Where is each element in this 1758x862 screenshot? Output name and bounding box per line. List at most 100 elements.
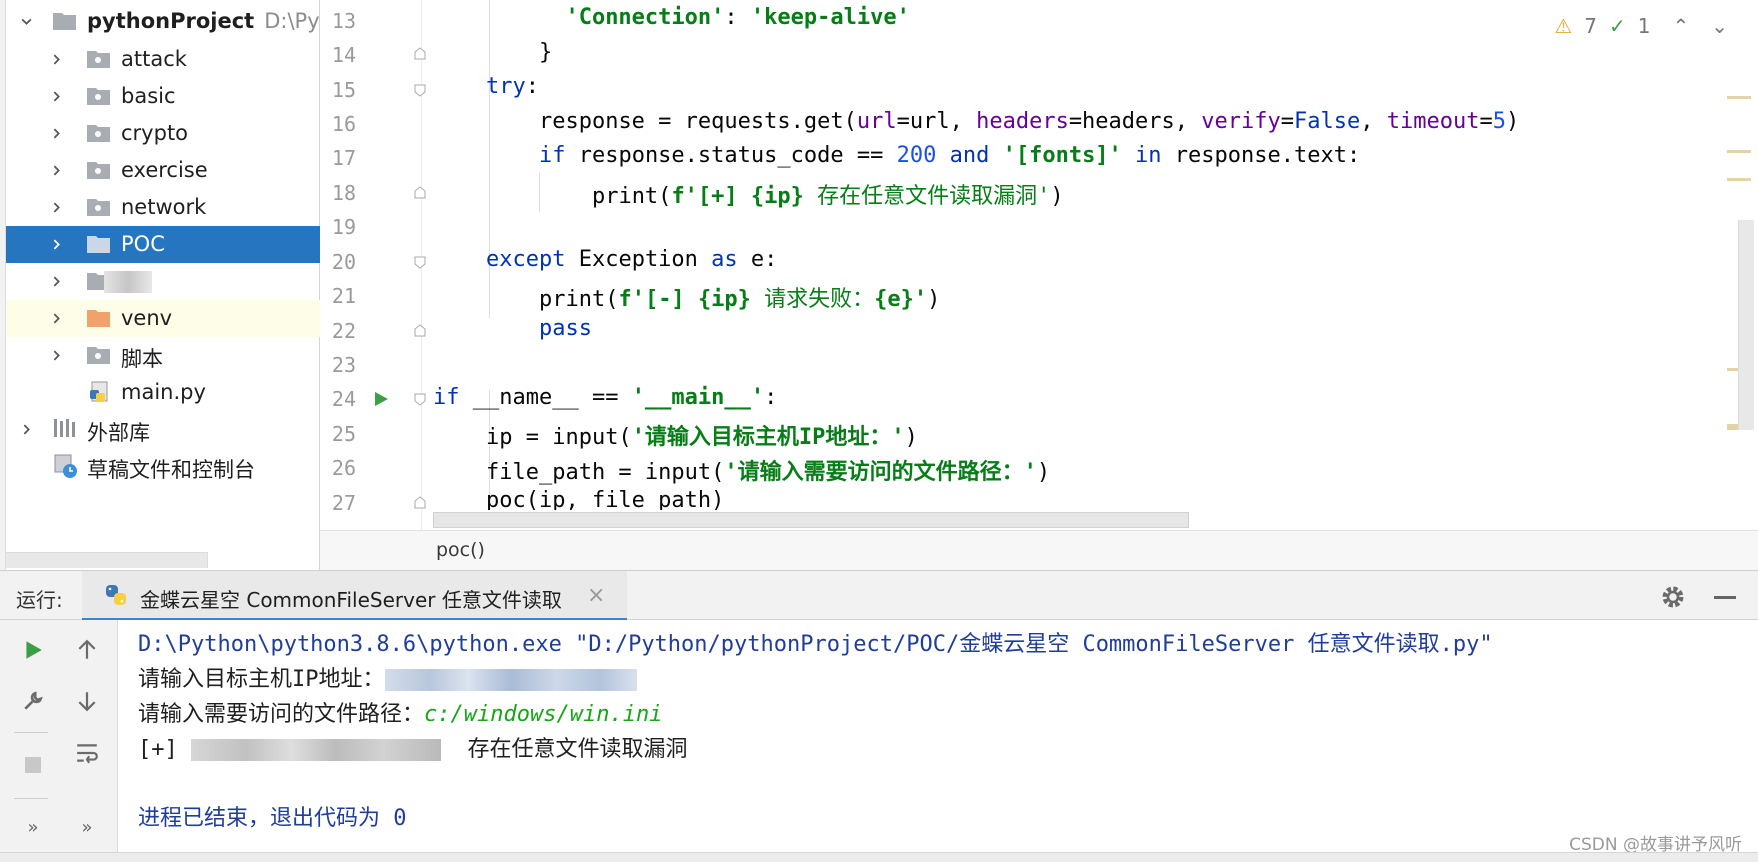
horizontal-scrollbar[interactable] xyxy=(6,552,208,568)
line-number: 25 xyxy=(331,422,356,446)
tree-item-scripts[interactable]: 脚本 xyxy=(6,337,320,374)
line-number: 22 xyxy=(331,319,356,343)
project-name: pythonProjectD:\Pytho xyxy=(87,9,320,33)
run-toolbar: » » xyxy=(0,620,118,862)
console-output[interactable]: D:\Python\python3.8.6\python.exe "D:/Pyt… xyxy=(118,620,1758,852)
fold-icon[interactable] xyxy=(413,496,427,510)
check-icon: ✓ xyxy=(1608,14,1626,38)
editor-gutter: 13 14 15 16 17 18 19 20 21 22 23 24 25 2… xyxy=(320,0,426,530)
tree-item-basic[interactable]: basic xyxy=(6,78,320,115)
chevron-right-icon[interactable] xyxy=(14,417,38,441)
code-line-20: except Exception as e: xyxy=(485,247,778,272)
tree-item-label: crypto xyxy=(121,121,189,145)
line-number: 18 xyxy=(331,181,356,205)
line-number: 27 xyxy=(331,491,356,515)
minimize-icon[interactable] xyxy=(1714,596,1736,599)
line-number: 17 xyxy=(331,146,356,170)
close-icon[interactable]: × xyxy=(587,583,605,608)
line-number: 16 xyxy=(331,112,356,136)
code-line-21: print(f'[-] {ip} 请求失败：{e}') xyxy=(538,287,941,312)
warning-icon: ⚠ xyxy=(1554,14,1573,38)
tree-item-attack[interactable]: attack xyxy=(6,41,320,78)
horizontal-scrollbar[interactable] xyxy=(433,512,1189,528)
chevron-right-icon[interactable] xyxy=(44,84,68,108)
tree-item-network[interactable]: network xyxy=(6,189,320,226)
line-number: 15 xyxy=(331,78,356,102)
tree-item-label: 脚本 xyxy=(121,347,163,371)
rerun-icon[interactable] xyxy=(18,635,48,665)
chevron-right-icon[interactable] xyxy=(44,232,68,256)
chevron-down-icon[interactable] xyxy=(14,9,38,33)
chevron-right-icon[interactable] xyxy=(44,121,68,145)
tree-item-crypto[interactable]: crypto xyxy=(6,115,320,152)
code-line-18: print(f'[+] {ip} 存在任意文件读取漏洞') xyxy=(591,184,1064,209)
line-number: 19 xyxy=(331,215,356,239)
tree-item-external-libraries[interactable]: 外部库 xyxy=(6,411,320,448)
inspection-widget[interactable]: ⚠ 7 ✓ 1 ⌃ ⌄ xyxy=(1554,14,1728,38)
fold-icon[interactable] xyxy=(413,255,427,269)
chevron-right-icon[interactable] xyxy=(44,343,68,367)
code-line-16: response = requests.get(url=url, headers… xyxy=(538,109,1520,134)
breadcrumb[interactable]: poc() xyxy=(436,539,485,561)
chevron-down-icon[interactable]: ⌄ xyxy=(1711,14,1728,38)
code-line-22: pass xyxy=(538,316,592,341)
fold-icon[interactable] xyxy=(413,392,427,406)
code-line-17: if response.status_code == 200 and '[fon… xyxy=(538,143,1361,168)
gear-icon[interactable] xyxy=(1660,584,1686,610)
tree-item-exercise[interactable]: exercise xyxy=(6,152,320,189)
chevron-right-icon[interactable] xyxy=(44,158,68,182)
folder-icon xyxy=(87,347,110,364)
tree-item-venv[interactable]: venv xyxy=(6,300,320,337)
code-line-14: } xyxy=(538,40,553,65)
line-number: 24 xyxy=(331,387,356,411)
fold-icon[interactable] xyxy=(413,186,427,200)
error-stripe-marker[interactable] xyxy=(1727,178,1751,181)
tree-item-scratches[interactable]: 草稿文件和控制台 xyxy=(6,448,320,485)
folder-icon xyxy=(87,236,110,253)
line-number: 23 xyxy=(331,353,356,377)
tree-item-label: network xyxy=(121,195,207,219)
code-line-24: if __name__ == '__main__': xyxy=(433,385,778,410)
arrow-up-icon[interactable] xyxy=(72,635,102,665)
fold-icon[interactable] xyxy=(413,83,427,97)
tree-item-label: main.py xyxy=(121,380,206,404)
code-editor[interactable]: 13 14 15 16 17 18 19 20 21 22 23 24 25 2… xyxy=(320,0,1758,570)
run-gutter-icon[interactable] xyxy=(372,390,390,408)
chevron-right-icon[interactable] xyxy=(44,195,68,219)
tree-item-poc[interactable]: POC xyxy=(6,226,320,263)
tree-item-label: basic xyxy=(121,84,176,108)
error-stripe-marker[interactable] xyxy=(1727,150,1751,153)
library-icon xyxy=(54,419,75,437)
chevron-right-icon[interactable] xyxy=(44,306,68,330)
vertical-scrollbar[interactable] xyxy=(1738,220,1754,430)
code-area[interactable]: 'Connection': 'keep-alive' } try: respon… xyxy=(433,0,1728,510)
tree-root-pythonproject[interactable]: pythonProjectD:\Pytho xyxy=(6,3,320,40)
chevron-right-icon[interactable] xyxy=(44,269,68,293)
folder-icon xyxy=(87,51,110,68)
chevron-up-icon[interactable]: ⌃ xyxy=(1672,14,1689,38)
line-number: 21 xyxy=(331,284,356,308)
tree-item-main-py[interactable]: main.py xyxy=(6,374,320,411)
toolbar-separator xyxy=(14,732,48,733)
code-line-15: try: xyxy=(485,74,539,99)
more-icon[interactable]: » xyxy=(18,812,48,842)
console-prompt-ip: 请输入目标主机IP地址： xyxy=(138,661,637,693)
soft-wrap-icon[interactable] xyxy=(72,738,102,768)
tree-item-label: attack xyxy=(121,47,187,71)
run-tab[interactable]: 金蝶云星空 CommonFileServer 任意文件读取 × xyxy=(82,571,627,621)
arrow-down-icon[interactable] xyxy=(72,686,102,716)
stop-icon[interactable] xyxy=(18,750,48,780)
folder-icon xyxy=(53,13,76,30)
wrench-icon[interactable] xyxy=(18,686,48,716)
fold-icon[interactable] xyxy=(413,324,427,338)
tree-item-label: 草稿文件和控制台 xyxy=(87,458,255,482)
chevron-right-icon[interactable] xyxy=(44,47,68,71)
fold-icon[interactable] xyxy=(413,47,427,61)
code-line-25: ip = input('请输入目标主机IP地址：') xyxy=(485,425,918,450)
error-stripe-marker[interactable] xyxy=(1727,96,1751,99)
folder-icon xyxy=(87,199,110,216)
code-line-26: file_path = input('请输入需要访问的文件路径：') xyxy=(485,460,1051,485)
more-icon[interactable]: » xyxy=(72,812,102,842)
code-line-27: poc(ip, file_path) xyxy=(485,488,725,510)
tree-item-redacted[interactable] xyxy=(6,263,320,300)
